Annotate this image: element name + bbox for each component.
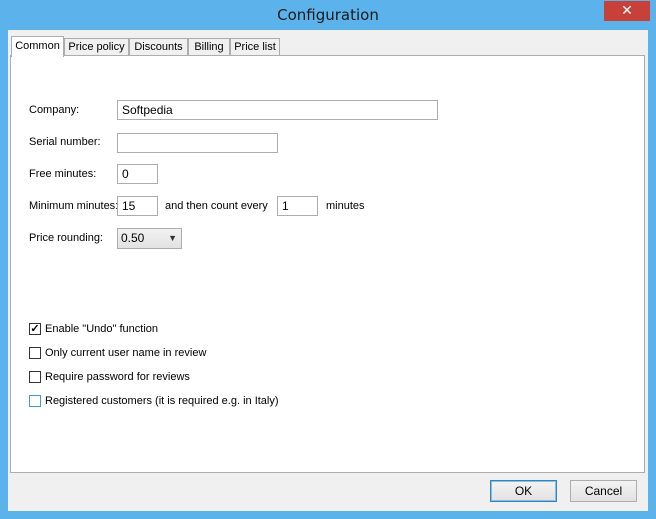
tab-billing[interactable]: Billing <box>188 38 230 55</box>
serial-number-field[interactable] <box>117 133 278 153</box>
free-minutes-label: Free minutes: <box>29 168 97 180</box>
free-minutes-field[interactable]: 0 <box>117 164 158 184</box>
close-button[interactable]: ✕ <box>604 1 650 21</box>
enable-undo-label[interactable]: Enable "Undo" function <box>45 323 158 335</box>
count-every-field[interactable]: 1 <box>277 196 318 216</box>
minimum-minutes-label: Minimum minutes: <box>29 200 119 212</box>
require-password-label[interactable]: Require password for reviews <box>45 371 190 383</box>
tab-price-policy[interactable]: Price policy <box>64 38 129 55</box>
chevron-down-icon: ▼ <box>168 233 177 243</box>
dialog-footer: OK Cancel <box>8 473 648 511</box>
then-count-every-label: and then count every <box>165 200 268 212</box>
cancel-button[interactable]: Cancel <box>570 480 637 502</box>
enable-undo-checkbox[interactable]: ✓ <box>29 323 41 335</box>
price-rounding-select[interactable]: 0.50 ▼ <box>117 228 182 249</box>
common-tab-panel: Company: Softpedia Serial number: Free m… <box>10 55 645 473</box>
require-password-checkbox[interactable] <box>29 371 41 383</box>
company-field[interactable]: Softpedia <box>117 100 438 120</box>
only-current-user-checkbox[interactable] <box>29 347 41 359</box>
price-rounding-value: 0.50 <box>121 231 145 245</box>
minimum-minutes-field[interactable]: 15 <box>117 196 158 216</box>
tab-price-list[interactable]: Price list <box>230 38 280 55</box>
company-label: Company: <box>29 104 80 116</box>
tab-common[interactable]: Common <box>11 36 64 57</box>
tab-discounts[interactable]: Discounts <box>129 38 188 55</box>
window-title: Configuration <box>277 6 379 24</box>
only-current-user-label[interactable]: Only current user name in review <box>45 347 206 359</box>
minutes-unit-label: minutes <box>326 200 365 212</box>
serial-number-label: Serial number: <box>29 136 101 148</box>
price-rounding-label: Price rounding: <box>29 232 103 244</box>
close-icon: ✕ <box>621 3 633 19</box>
ok-button[interactable]: OK <box>490 480 557 502</box>
registered-customers-label[interactable]: Registered customers (it is required e.g… <box>45 395 279 407</box>
configuration-window: Configuration ✕ Common Price policy Disc… <box>0 0 656 519</box>
registered-customers-checkbox[interactable] <box>29 395 41 407</box>
check-icon: ✓ <box>30 323 40 335</box>
title-bar[interactable]: Configuration ✕ <box>0 0 656 30</box>
dialog-client-area: Common Price policy Discounts Billing Pr… <box>8 30 648 511</box>
